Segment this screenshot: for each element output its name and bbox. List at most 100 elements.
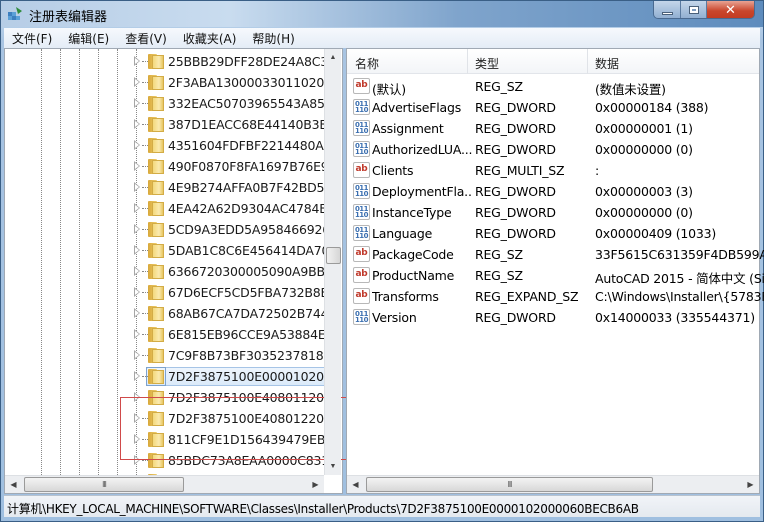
scroll-left-arrow-icon[interactable]: ◀ [347, 476, 364, 493]
menu-view[interactable]: 查看(V) [125, 30, 167, 47]
value-type: REG_DWORD [475, 226, 556, 241]
value-type: REG_DWORD [475, 142, 556, 157]
value-row[interactable]: 011 110 Language REG_DWORD 0x00000409 (1033) [347, 223, 759, 244]
tree-item[interactable]: 4EA42A62D9304AC4784BF2 [5, 198, 324, 219]
value-row[interactable]: 011 110 AuthorizedLUA... REG_DWORD 0x0000000… [347, 139, 759, 160]
value-name: ProductName [372, 268, 455, 283]
tree-item[interactable]: 2F3ABA13000033011020111 [5, 72, 324, 93]
menu-edit[interactable]: 编辑(E) [68, 30, 109, 47]
expand-arrow-icon[interactable] [134, 371, 140, 381]
tree-horizontal-scrollbar[interactable]: ◀ III ▶ [5, 475, 324, 493]
tree-item[interactable]: 332EAC50703965543A8554 [5, 93, 324, 114]
tree-item-label: 7D2F3875100E00001020000 [168, 369, 324, 384]
folder-icon [148, 348, 164, 363]
value-data: (数值未设置) [595, 82, 666, 97]
tree-item[interactable]: 25BBB29DFF28DE24A8C3E4 [5, 51, 324, 72]
value-type: REG_EXPAND_SZ [475, 289, 579, 304]
value-row[interactable]: 011 110 InstanceType REG_DWORD 0x00000000 (0… [347, 202, 759, 223]
value-row[interactable]: 011 110 AdvertiseFlags REG_DWORD 0x00000184 … [347, 97, 759, 118]
column-header-data[interactable]: 数据 [595, 55, 619, 72]
title-bar[interactable]: 注册表编辑器 ✕ [1, 1, 763, 27]
registry-key-tree: 25BBB29DFF28DE24A8C3E4 2F3ABA130000330110… [5, 49, 324, 475]
expand-arrow-icon[interactable] [134, 392, 140, 402]
menu-help[interactable]: 帮助(H) [252, 30, 294, 47]
column-header-name[interactable]: 名称 [355, 55, 379, 72]
tree-horizontal-scroll-thumb[interactable]: III [24, 477, 184, 492]
menu-file[interactable]: 文件(F) [12, 30, 52, 47]
tree-item[interactable]: 490F0870F8FA1697B76E9AC [5, 156, 324, 177]
scroll-left-arrow-icon[interactable]: ◀ [5, 476, 22, 493]
expand-arrow-icon[interactable] [134, 182, 140, 192]
tree-item[interactable]: 7D2F3875100E40801220000 [5, 408, 324, 429]
maximize-icon [688, 6, 699, 14]
expand-arrow-icon[interactable] [134, 98, 140, 108]
close-button[interactable]: ✕ [707, 1, 754, 18]
tree-item-label: 5DAB1C8C6E456414DA70A [168, 243, 324, 258]
expand-arrow-icon[interactable] [134, 77, 140, 87]
tree-item-label: 7D2F3875100E40801120000 [168, 390, 324, 405]
tree-item[interactable]: 5DAB1C8C6E456414DA70A [5, 240, 324, 261]
expand-arrow-icon[interactable] [134, 56, 140, 66]
value-row[interactable]: 011 110 Version REG_DWORD 0x14000033 (335544… [347, 307, 759, 328]
expand-arrow-icon[interactable] [134, 119, 140, 129]
value-type: REG_DWORD [475, 310, 556, 325]
tree-item[interactable]: 67D6ECF5CD5FBA732B8B2 [5, 282, 324, 303]
menu-favorites[interactable]: 收藏夹(A) [183, 30, 237, 47]
scroll-up-arrow-icon[interactable]: ▲ [325, 49, 341, 66]
tree-item[interactable]: 811CF9E1D156439479EB5E [5, 429, 324, 450]
expand-arrow-icon[interactable] [134, 224, 140, 234]
scroll-right-arrow-icon[interactable]: ▶ [307, 476, 324, 493]
maximize-button[interactable] [681, 1, 707, 18]
tree-item[interactable]: 7D2F3875100E00001020000 [5, 366, 324, 387]
tree-item[interactable]: 5CD9A3EDD5A9584669264 [5, 219, 324, 240]
tree-vertical-scroll-thumb[interactable] [326, 247, 341, 264]
value-row[interactable]: ab ProductName REG_SZ AutoCAD 2015 - 简体中文 (… [347, 265, 764, 286]
value-row[interactable]: ab (默认) REG_SZ (数值未设置) [347, 76, 759, 97]
value-data: 33F5615C631359F4DB599A8 [595, 247, 764, 262]
scroll-down-arrow-icon[interactable]: ▼ [325, 458, 341, 475]
tree-item[interactable]: 4351604FDFBF2214480A07D [5, 135, 324, 156]
tree-item[interactable]: 85BDC73A8EAA0000C8310E [5, 450, 324, 471]
expand-arrow-icon[interactable] [134, 455, 140, 465]
value-name: (默认) [372, 82, 406, 97]
tree-item[interactable]: 7D2F3875100E40801120000 [5, 387, 324, 408]
value-type: REG_DWORD [475, 205, 556, 220]
expand-arrow-icon[interactable] [134, 413, 140, 423]
tree-item[interactable]: 6366720300005090A9BB00 [5, 261, 324, 282]
binary-value-icon: 011 110 [353, 120, 370, 136]
folder-icon [148, 96, 164, 111]
folder-icon [148, 159, 164, 174]
expand-arrow-icon[interactable] [134, 266, 140, 276]
tree-item[interactable]: 387D1EACC68E44140B3ED8 [5, 114, 324, 135]
expand-arrow-icon[interactable] [134, 434, 140, 444]
expand-arrow-icon[interactable] [134, 161, 140, 171]
tree-vertical-scrollbar[interactable]: ▲ ▼ [324, 49, 341, 475]
expand-arrow-icon[interactable] [134, 245, 140, 255]
value-row[interactable]: ab PackageCode REG_SZ 33F5615C631359F4DB599… [347, 244, 764, 265]
minimize-icon [661, 11, 673, 15]
expand-arrow-icon[interactable] [134, 287, 140, 297]
values-horizontal-scroll-thumb[interactable]: III [366, 477, 653, 492]
value-row[interactable]: 011 110 DeploymentFla... REG_DWORD 0x0000000… [347, 181, 759, 202]
expand-arrow-icon[interactable] [134, 308, 140, 318]
scroll-right-arrow-icon[interactable]: ▶ [742, 476, 759, 493]
value-row[interactable]: ab Clients REG_MULTI_SZ: [347, 160, 759, 181]
tree-item[interactable]: 7C9F8B73BF30352378185 [5, 345, 324, 366]
tree-item[interactable]: 68AB67CA7DA72502B744B [5, 303, 324, 324]
column-divider[interactable] [587, 49, 588, 74]
value-name: InstanceType [372, 205, 452, 220]
tree-item-label: 332EAC50703965543A8554 [168, 96, 324, 111]
tree-item[interactable]: 6E815EB96CCE9A53884E78 [5, 324, 324, 345]
expand-arrow-icon[interactable] [134, 203, 140, 213]
value-row[interactable]: 011 110 Assignment REG_DWORD 0x00000001 (1) [347, 118, 759, 139]
expand-arrow-icon[interactable] [134, 140, 140, 150]
tree-item-label: 4351604FDFBF2214480A07D [168, 138, 324, 153]
tree-item[interactable]: 4E9B274AFFA0B7F42BD56F [5, 177, 324, 198]
expand-arrow-icon[interactable] [134, 350, 140, 360]
expand-arrow-icon[interactable] [134, 329, 140, 339]
minimize-button[interactable] [654, 1, 681, 18]
column-header-type[interactable]: 类型 [475, 55, 499, 72]
column-divider[interactable] [467, 49, 468, 74]
values-horizontal-scrollbar[interactable]: ◀ III ▶ [347, 475, 759, 493]
value-row[interactable]: ab Transforms REG_EXPAND_SZ C:\Windows\Inst… [347, 286, 764, 307]
